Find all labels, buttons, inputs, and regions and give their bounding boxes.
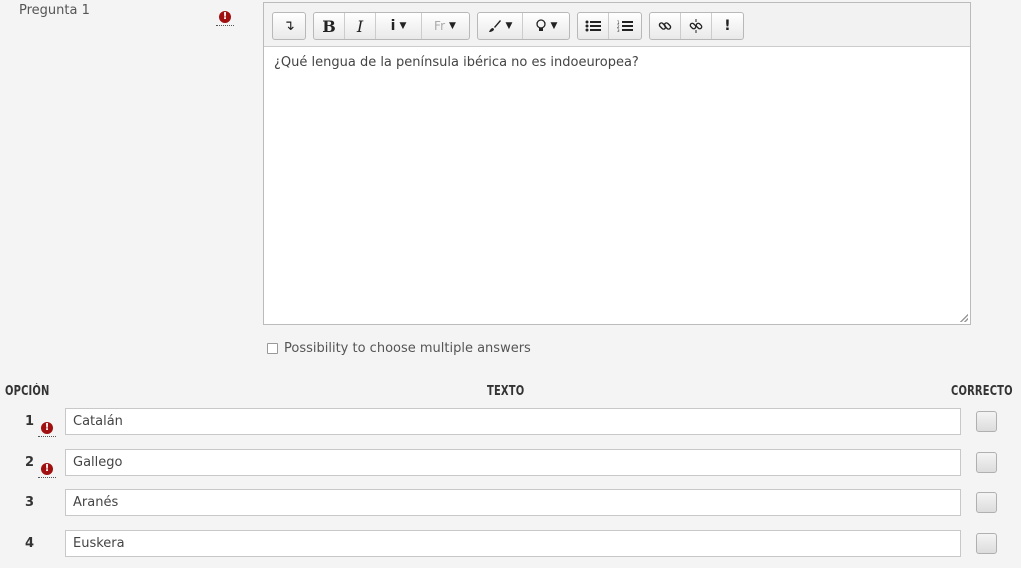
toolbar-group-format: B I i ▼ Fr ▼ bbox=[313, 12, 470, 40]
column-header-option: OPCIÓN bbox=[5, 384, 50, 399]
font-dropdown-button[interactable]: Fr ▼ bbox=[422, 13, 468, 39]
correct-checkbox[interactable] bbox=[976, 411, 997, 432]
required-icon: ! bbox=[219, 11, 231, 23]
link-icon bbox=[658, 22, 672, 30]
caret-down-icon: ▼ bbox=[550, 21, 558, 31]
required-indicator: ! bbox=[38, 456, 56, 478]
brush-icon bbox=[488, 20, 501, 32]
correct-checkbox[interactable] bbox=[976, 533, 997, 554]
question-text-area[interactable]: ¿Qué lengua de la península ibérica no e… bbox=[264, 47, 970, 324]
required-indicator: ! bbox=[38, 415, 56, 437]
option-number: 2 bbox=[25, 455, 35, 470]
multiple-answers-row: Possibility to choose multiple answers bbox=[267, 341, 531, 356]
correct-checkbox[interactable] bbox=[976, 452, 997, 473]
option-text-input[interactable]: Catalán bbox=[65, 408, 961, 435]
link-button[interactable] bbox=[650, 13, 681, 39]
tip-dropdown-button[interactable]: ▼ bbox=[523, 13, 569, 39]
required-icon: ! bbox=[41, 463, 53, 475]
toolbar-group-lists: 123 bbox=[577, 12, 642, 40]
multiple-answers-checkbox[interactable] bbox=[267, 343, 278, 354]
resize-handle-icon[interactable] bbox=[960, 314, 968, 322]
collapse-arrow-icon: ↴ bbox=[283, 18, 295, 34]
option-number: 1 bbox=[25, 414, 35, 429]
unlink-button[interactable] bbox=[681, 13, 712, 39]
info-icon: i bbox=[390, 18, 396, 34]
column-header-text: TEXTO bbox=[487, 384, 525, 399]
toolbar-toggle-button[interactable]: ↴ bbox=[273, 13, 305, 39]
option-number: 3 bbox=[25, 495, 35, 510]
column-header-correct: CORRECTO bbox=[951, 384, 1013, 399]
option-text-input[interactable]: Euskera bbox=[65, 530, 961, 557]
bold-button[interactable]: B bbox=[314, 13, 345, 39]
toolbar-group-style: ▼ ▼ bbox=[477, 12, 570, 40]
numbered-list-button[interactable]: 123 bbox=[609, 13, 641, 39]
editor-toolbar: ↴ B I i ▼ Fr ▼ ▼ ▼ 123 ! bbox=[264, 3, 970, 47]
correct-checkbox[interactable] bbox=[976, 492, 997, 513]
required-icon: ! bbox=[41, 422, 53, 434]
numbered-list-icon: 123 bbox=[617, 20, 633, 33]
question-editor: ↴ B I i ▼ Fr ▼ ▼ ▼ 123 ! ¿Qué lengua de … bbox=[263, 2, 971, 325]
svg-text:3: 3 bbox=[617, 28, 620, 33]
toolbar-group-collapse: ↴ bbox=[272, 12, 306, 40]
caret-down-icon: ▼ bbox=[449, 21, 456, 31]
lightbulb-icon bbox=[535, 19, 546, 31]
multiple-answers-label: Possibility to choose multiple answers bbox=[284, 341, 531, 356]
question-label: Pregunta 1 bbox=[19, 3, 90, 18]
option-number: 4 bbox=[25, 536, 35, 551]
brush-dropdown-button[interactable]: ▼ bbox=[478, 13, 523, 39]
info-dropdown-button[interactable]: i ▼ bbox=[376, 13, 422, 39]
exclamation-button[interactable]: ! bbox=[712, 13, 743, 39]
option-text-input[interactable]: Aranés bbox=[65, 489, 961, 516]
bullet-list-button[interactable] bbox=[578, 13, 609, 39]
required-indicator: ! bbox=[216, 4, 234, 26]
unlink-icon bbox=[689, 19, 703, 33]
caret-down-icon: ▼ bbox=[505, 21, 513, 31]
bullet-list-icon bbox=[585, 20, 601, 32]
caret-down-icon: ▼ bbox=[399, 21, 407, 31]
font-icon: Fr bbox=[434, 19, 446, 33]
toolbar-group-links: ! bbox=[649, 12, 744, 40]
option-text-input[interactable]: Gallego bbox=[65, 449, 961, 476]
italic-button[interactable]: I bbox=[345, 13, 376, 39]
